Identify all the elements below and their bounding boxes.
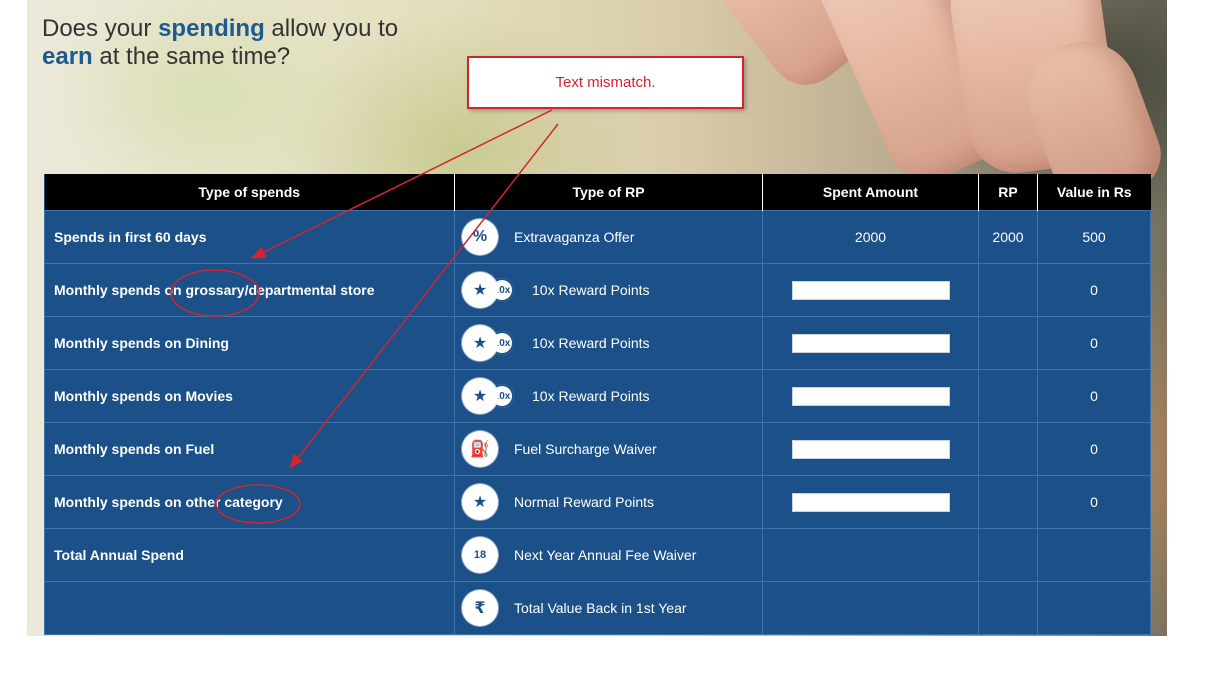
rp-type-cell: ★ Normal Reward Points <box>454 475 763 529</box>
spent-amount-value <box>762 528 979 582</box>
rp-type-cell: ⛽ Fuel Surcharge Waiver <box>454 422 763 476</box>
star-10x-icon: ★ <box>464 327 496 359</box>
rp-type-label: 10x Reward Points <box>532 335 650 351</box>
spent-amount-cell <box>762 316 979 370</box>
spent-amount-input[interactable] <box>791 439 950 459</box>
rp-type-cell: 18 Next Year Annual Fee Waiver <box>454 528 763 582</box>
table-row: Total Annual Spend 18 Next Year Annual Fe… <box>44 528 1151 582</box>
spends-calculator-table: Type of spends Type of RP Spent Amount R… <box>44 174 1151 635</box>
rp-value <box>978 369 1038 423</box>
headline-text: Does your <box>42 15 159 42</box>
table-row: ₹ Total Value Back in 1st Year <box>44 581 1151 635</box>
spend-type-label: Total Annual Spend <box>44 528 455 582</box>
page-headline: Does your spending allow you to earn at t… <box>42 15 462 71</box>
value-in-rs: 0 <box>1037 369 1151 423</box>
table-header-row: Type of spends Type of RP Spent Amount R… <box>44 174 1151 211</box>
headline-emphasis: spending <box>158 15 265 42</box>
spent-amount-value <box>762 581 979 635</box>
value-in-rs: 0 <box>1037 422 1151 476</box>
rp-type-cell: ★ 10x 10x Reward Points <box>454 263 763 317</box>
spend-type-label: Monthly spends on Movies <box>44 369 455 423</box>
table-row: Spends in first 60 days % Extravaganza Of… <box>44 210 1151 264</box>
calendar-icon: 18 <box>464 539 496 571</box>
rp-value: 2000 <box>978 210 1038 264</box>
headline-text: allow you to <box>264 15 399 42</box>
column-header: Type of RP <box>454 174 763 211</box>
spend-type-label: Monthly spends on other category <box>44 475 455 529</box>
rp-type-label: Normal Reward Points <box>514 494 655 510</box>
spent-amount-input[interactable] <box>791 492 950 512</box>
rp-type-cell: % Extravaganza Offer <box>454 210 763 264</box>
star-10x-icon: ★ <box>464 274 496 306</box>
fuel-pump-icon: ⛽ <box>464 433 496 465</box>
rp-value <box>978 263 1038 317</box>
rp-type-label: 10x Reward Points <box>532 388 650 404</box>
table-row: Monthly spends on other category ★ Normal… <box>44 475 1151 529</box>
spent-amount-input[interactable] <box>791 280 950 300</box>
spend-type-label <box>44 581 455 635</box>
spent-amount-cell <box>762 422 979 476</box>
star-icon: ★ <box>464 486 496 518</box>
rp-type-label: 10x Reward Points <box>532 282 650 298</box>
table-row: Monthly spends on Movies ★ 10x 10x Reward … <box>44 369 1151 423</box>
rp-type-label: Extravaganza Offer <box>514 229 635 245</box>
spend-type-label: Monthly spends on Fuel <box>44 422 455 476</box>
table-row: Monthly spends on Fuel ⛽ Fuel Surcharge W… <box>44 422 1151 476</box>
annotation-callout: Text mismatch. <box>467 56 744 109</box>
rp-value <box>978 528 1038 582</box>
spent-amount-cell <box>762 475 979 529</box>
rp-value <box>978 316 1038 370</box>
rp-type-label: Next Year Annual Fee Waiver <box>514 547 697 563</box>
headline-emphasis: earn <box>42 43 93 70</box>
percent-icon: % <box>464 221 496 253</box>
value-in-rs: 0 <box>1037 316 1151 370</box>
rp-type-cell: ★ 10x 10x Reward Points <box>454 369 763 423</box>
column-header: Spent Amount <box>762 174 979 211</box>
rp-type-cell: ★ 10x 10x Reward Points <box>454 316 763 370</box>
spent-amount-value: 2000 <box>762 210 979 264</box>
spend-type-label: Monthly spends on Dining <box>44 316 455 370</box>
table-row: Monthly spends on Dining ★ 10x 10x Reward … <box>44 316 1151 370</box>
rupee-icon: ₹ <box>464 592 496 624</box>
column-header: RP <box>978 174 1038 211</box>
rp-type-label: Fuel Surcharge Waiver <box>514 441 657 457</box>
star-10x-icon: ★ <box>464 380 496 412</box>
rp-type-label: Total Value Back in 1st Year <box>514 600 687 616</box>
table-row: Monthly spends on grossary/departmental … <box>44 263 1151 317</box>
value-in-rs: 0 <box>1037 263 1151 317</box>
value-in-rs <box>1037 528 1151 582</box>
rp-value <box>978 422 1038 476</box>
spend-type-label: Spends in first 60 days <box>44 210 455 264</box>
column-header: Type of spends <box>44 174 455 211</box>
spent-amount-cell <box>762 369 979 423</box>
value-in-rs: 500 <box>1037 210 1151 264</box>
value-in-rs <box>1037 581 1151 635</box>
rp-value <box>978 581 1038 635</box>
spent-amount-cell <box>762 263 979 317</box>
column-header: Value in Rs <box>1037 174 1151 211</box>
rp-value <box>978 475 1038 529</box>
headline-text: at the same time? <box>92 43 291 70</box>
spent-amount-input[interactable] <box>791 333 950 353</box>
spend-type-label: Monthly spends on grossary/departmental … <box>44 263 455 317</box>
value-in-rs: 0 <box>1037 475 1151 529</box>
spent-amount-input[interactable] <box>791 386 950 406</box>
rp-type-cell: ₹ Total Value Back in 1st Year <box>454 581 763 635</box>
